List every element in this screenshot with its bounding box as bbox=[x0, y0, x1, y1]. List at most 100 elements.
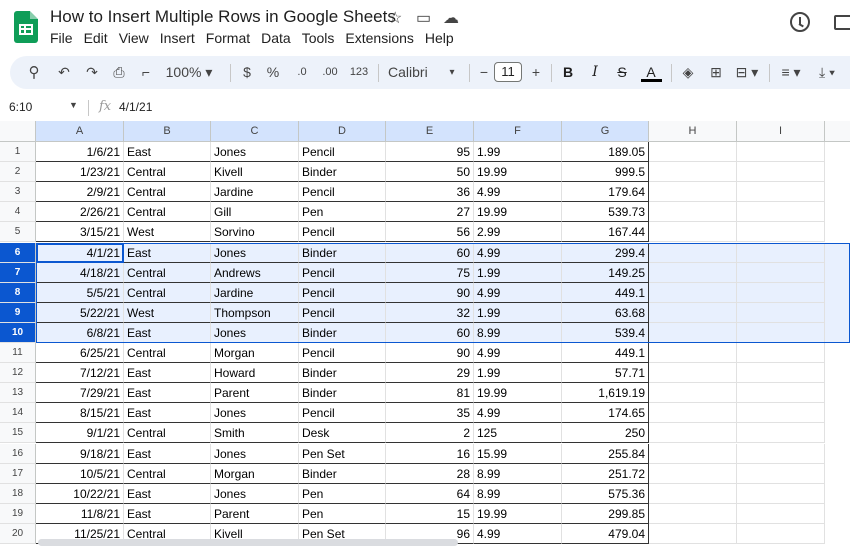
cell-i3[interactable] bbox=[737, 182, 825, 203]
cell-b18[interactable]: East bbox=[124, 483, 211, 504]
row-header-3[interactable]: 3 bbox=[0, 182, 36, 203]
cell-f13[interactable]: 19.99 bbox=[474, 383, 562, 404]
cell-f10[interactable]: 8.99 bbox=[474, 322, 562, 343]
cell-i1[interactable] bbox=[737, 142, 825, 163]
cell-g2[interactable]: 999.5 bbox=[562, 162, 649, 183]
cell-i12[interactable] bbox=[737, 363, 825, 384]
cell-f17[interactable]: 8.99 bbox=[474, 463, 562, 484]
menu-data[interactable]: Data bbox=[261, 30, 302, 46]
cell-c18[interactable]: Jones bbox=[211, 483, 299, 504]
menu-tools[interactable]: Tools bbox=[302, 30, 346, 46]
row-header-20[interactable]: 20 bbox=[0, 523, 36, 544]
sheets-logo-icon[interactable] bbox=[14, 11, 38, 43]
horizontal-scrollbar[interactable] bbox=[38, 539, 458, 546]
cell-g12[interactable]: 57.71 bbox=[562, 363, 649, 384]
cell-g5[interactable]: 167.44 bbox=[562, 222, 649, 243]
name-box[interactable]: 6:10 bbox=[9, 100, 32, 114]
cell-d10[interactable]: Binder bbox=[299, 322, 386, 343]
cell-e3[interactable]: 36 bbox=[386, 182, 474, 203]
cell-b4[interactable]: Central bbox=[124, 202, 211, 223]
document-title[interactable]: How to Insert Multiple Rows in Google Sh… bbox=[50, 7, 396, 27]
cell-i8[interactable] bbox=[737, 282, 825, 303]
cell-b17[interactable]: Central bbox=[124, 463, 211, 484]
cell-f16[interactable]: 15.99 bbox=[474, 443, 562, 464]
cell-e5[interactable]: 56 bbox=[386, 222, 474, 243]
cell-h5[interactable] bbox=[649, 222, 737, 243]
column-header-d[interactable]: D bbox=[299, 121, 386, 142]
cell-g19[interactable]: 299.85 bbox=[562, 503, 649, 524]
cell-h11[interactable] bbox=[649, 343, 737, 364]
cell-e8[interactable]: 90 bbox=[386, 282, 474, 303]
cell-i2[interactable] bbox=[737, 162, 825, 183]
cell-e10[interactable]: 60 bbox=[386, 322, 474, 343]
cell-g3[interactable]: 179.64 bbox=[562, 182, 649, 203]
cell-i18[interactable] bbox=[737, 483, 825, 504]
cell-g20[interactable]: 479.04 bbox=[562, 523, 649, 544]
cell-h17[interactable] bbox=[649, 463, 737, 484]
cell-c6[interactable]: Jones bbox=[211, 242, 299, 263]
cell-b19[interactable]: East bbox=[124, 503, 211, 524]
cell-f20[interactable]: 4.99 bbox=[474, 523, 562, 544]
cell-d13[interactable]: Binder bbox=[299, 383, 386, 404]
menu-extensions[interactable]: Extensions bbox=[345, 30, 424, 46]
paint-format-icon[interactable]: ⌐ bbox=[136, 56, 156, 89]
cell-h3[interactable] bbox=[649, 182, 737, 203]
cell-g13[interactable]: 1,619.19 bbox=[562, 383, 649, 404]
cell-d17[interactable]: Binder bbox=[299, 463, 386, 484]
move-folder-icon[interactable]: ▭ bbox=[416, 8, 431, 28]
cell-e4[interactable]: 27 bbox=[386, 202, 474, 223]
currency-button[interactable]: $ bbox=[239, 56, 255, 89]
cell-f8[interactable]: 4.99 bbox=[474, 282, 562, 303]
cell-f4[interactable]: 19.99 bbox=[474, 202, 562, 223]
cell-h19[interactable] bbox=[649, 503, 737, 524]
fill-color-icon[interactable]: ◈ bbox=[678, 56, 698, 89]
version-history-icon[interactable] bbox=[790, 12, 810, 32]
cell-h16[interactable] bbox=[649, 443, 737, 464]
star-icon[interactable]: ☆ bbox=[388, 8, 402, 28]
search-menus-icon[interactable]: ⚲ bbox=[24, 56, 44, 89]
more-formats-button[interactable]: 123 bbox=[348, 56, 370, 89]
increase-font-size-button[interactable]: + bbox=[528, 56, 544, 89]
cell-h1[interactable] bbox=[649, 142, 737, 163]
cell-g7[interactable]: 149.25 bbox=[562, 262, 649, 283]
row-header-10[interactable]: 10 bbox=[0, 322, 36, 343]
cell-g14[interactable]: 174.65 bbox=[562, 403, 649, 424]
cell-d9[interactable]: Pencil bbox=[299, 302, 386, 323]
text-color-button[interactable]: A bbox=[641, 56, 661, 89]
cell-e12[interactable]: 29 bbox=[386, 363, 474, 384]
cell-d7[interactable]: Pencil bbox=[299, 262, 386, 283]
menu-edit[interactable]: Edit bbox=[84, 30, 119, 46]
cell-c10[interactable]: Jones bbox=[211, 322, 299, 343]
cell-e18[interactable]: 64 bbox=[386, 483, 474, 504]
row-header-13[interactable]: 13 bbox=[0, 383, 36, 404]
spreadsheet-grid[interactable]: A B C D E F G H I 1 1/6/21 East Jones Pencil 95 1.99 189… bbox=[0, 121, 850, 550]
column-header-b[interactable]: B bbox=[124, 121, 211, 142]
row-header-1[interactable]: 1 bbox=[0, 142, 36, 163]
cell-c7[interactable]: Andrews bbox=[211, 262, 299, 283]
cell-c16[interactable]: Jones bbox=[211, 443, 299, 464]
cell-a7[interactable]: 4/18/21 bbox=[36, 262, 124, 283]
cell-e14[interactable]: 35 bbox=[386, 403, 474, 424]
cell-a1[interactable]: 1/6/21 bbox=[36, 142, 124, 163]
column-header-a[interactable]: A bbox=[36, 121, 124, 142]
cell-d3[interactable]: Pencil bbox=[299, 182, 386, 203]
cell-a9[interactable]: 5/22/21 bbox=[36, 302, 124, 323]
cell-c17[interactable]: Morgan bbox=[211, 463, 299, 484]
cell-f12[interactable]: 1.99 bbox=[474, 363, 562, 384]
column-header-g[interactable]: G bbox=[562, 121, 649, 142]
cell-f6[interactable]: 4.99 bbox=[474, 242, 562, 263]
cell-g10[interactable]: 539.4 bbox=[562, 322, 649, 343]
cell-c12[interactable]: Howard bbox=[211, 363, 299, 384]
cell-a14[interactable]: 8/15/21 bbox=[36, 403, 124, 424]
cell-f7[interactable]: 1.99 bbox=[474, 262, 562, 283]
cell-f3[interactable]: 4.99 bbox=[474, 182, 562, 203]
cell-d5[interactable]: Pencil bbox=[299, 222, 386, 243]
cell-g16[interactable]: 255.84 bbox=[562, 443, 649, 464]
menu-file[interactable]: File bbox=[50, 30, 84, 46]
cell-g15[interactable]: 250 bbox=[562, 423, 649, 444]
cell-d4[interactable]: Pen bbox=[299, 202, 386, 223]
zoom-select[interactable]: 100% ▾ bbox=[164, 56, 214, 89]
cell-g4[interactable]: 539.73 bbox=[562, 202, 649, 223]
row-header-8[interactable]: 8 bbox=[0, 282, 36, 303]
print-icon[interactable]: ⎙ bbox=[109, 56, 129, 89]
